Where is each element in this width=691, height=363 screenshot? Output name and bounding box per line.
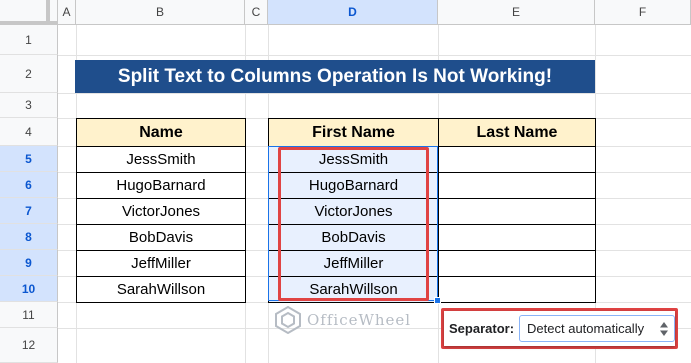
- watermark: OfficeWheel: [275, 306, 411, 334]
- column-header-e[interactable]: E: [438, 0, 595, 25]
- column-header-a[interactable]: A: [58, 0, 76, 25]
- row-header-1[interactable]: 1: [0, 25, 58, 55]
- first-name-cell[interactable]: BobDavis: [268, 224, 439, 251]
- watermark-text: OfficeWheel: [307, 311, 412, 329]
- sheet-title[interactable]: Split Text to Columns Operation Is Not W…: [75, 60, 595, 93]
- name-cell[interactable]: VictorJones: [76, 198, 246, 225]
- grid-line: [58, 93, 691, 94]
- row-header-11[interactable]: 11: [0, 302, 58, 328]
- up-down-arrows-icon: [660, 322, 668, 336]
- first-name-cell[interactable]: JessSmith: [268, 146, 439, 173]
- first-name-cell[interactable]: JeffMiller: [268, 250, 439, 277]
- row-header-4[interactable]: 4: [0, 118, 58, 146]
- row-header-3[interactable]: 3: [0, 93, 58, 118]
- last-name-cell[interactable]: [438, 224, 596, 251]
- column-header-b[interactable]: B: [76, 0, 245, 25]
- separator-selected-value: Detect automatically: [527, 321, 645, 336]
- separator-label: Separator:: [449, 321, 515, 336]
- first-name-header-cell[interactable]: First Name: [268, 118, 439, 147]
- row-header-7[interactable]: 7: [0, 198, 58, 224]
- last-name-cell[interactable]: [438, 276, 596, 303]
- last-name-cell[interactable]: [438, 146, 596, 173]
- first-name-cell[interactable]: HugoBarnard: [268, 172, 439, 199]
- first-name-cell[interactable]: VictorJones: [268, 198, 439, 225]
- row-header-8[interactable]: 8: [0, 224, 58, 250]
- row-header-2[interactable]: 2: [0, 55, 58, 93]
- separator-dropdown[interactable]: Detect automatically: [519, 315, 675, 342]
- name-cell[interactable]: JeffMiller: [76, 250, 246, 277]
- row-header-12[interactable]: 12: [0, 328, 58, 363]
- officewheel-logo-icon: [275, 306, 301, 334]
- column-header-f[interactable]: F: [595, 0, 691, 25]
- last-name-cell[interactable]: [438, 250, 596, 277]
- grid-line: [58, 55, 691, 56]
- first-name-cell[interactable]: SarahWillson: [268, 276, 439, 303]
- row-header-9[interactable]: 9: [0, 250, 58, 276]
- last-name-cell[interactable]: [438, 198, 596, 225]
- row-header-5[interactable]: 5: [0, 146, 58, 172]
- name-cell[interactable]: HugoBarnard: [76, 172, 246, 199]
- column-header-d[interactable]: D: [268, 0, 438, 25]
- column-header-c[interactable]: C: [245, 0, 268, 25]
- name-cell[interactable]: BobDavis: [76, 224, 246, 251]
- row-header-6[interactable]: 6: [0, 172, 58, 198]
- separator-popup: Separator: Detect automatically: [444, 311, 675, 346]
- spreadsheet: A B C D E F 1 2 3 4 5 6 7 8 9 10 11 12 S…: [0, 0, 691, 363]
- last-name-cell[interactable]: [438, 172, 596, 199]
- last-name-header-cell[interactable]: Last Name: [438, 118, 596, 147]
- row-header-10[interactable]: 10: [0, 276, 58, 302]
- name-header-cell[interactable]: Name: [76, 118, 246, 147]
- fill-handle[interactable]: [434, 297, 441, 304]
- name-cell[interactable]: SarahWillson: [76, 276, 246, 303]
- name-cell[interactable]: JessSmith: [76, 146, 246, 173]
